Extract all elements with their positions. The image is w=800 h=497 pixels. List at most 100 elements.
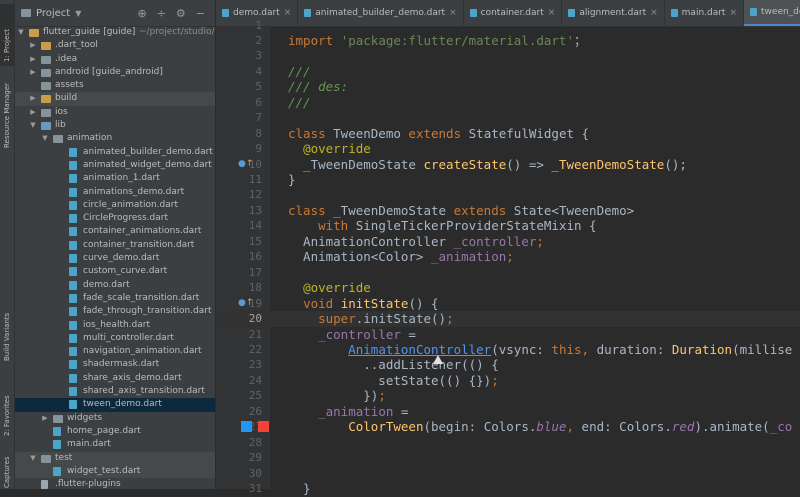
code-line[interactable]: _animation = — [288, 404, 408, 420]
collapse-arrow-icon[interactable]: ▶ — [29, 92, 37, 105]
close-tab-icon[interactable]: × — [650, 8, 658, 18]
tree-row[interactable]: ▼ flutter_guide [guide]~/project/studio/f… — [15, 26, 215, 39]
tree-row[interactable]: ▼ test — [15, 451, 215, 465]
build-variants-tool-tab[interactable]: Build Variants — [0, 305, 14, 363]
tree-row[interactable]: animated_widget_demo.dart — [15, 159, 215, 172]
tree-row[interactable]: home_page.dart — [15, 425, 215, 438]
code-token: end: Colors. — [581, 419, 672, 435]
captures-tool-tab[interactable]: Captures — [0, 448, 14, 489]
hide-icon[interactable]: − — [196, 7, 205, 20]
tree-row[interactable]: shared_axis_transition.dart — [15, 385, 215, 398]
tree-row[interactable]: ▶ android [guide_android] — [15, 66, 215, 79]
code-line[interactable]: ..addListener(() { — [288, 357, 498, 373]
color-swatch-blue[interactable] — [241, 421, 252, 433]
code-line[interactable]: }); — [288, 388, 386, 404]
code-line[interactable]: with SingleTickerProviderStateMixin { — [288, 218, 596, 234]
code-line[interactable]: @override — [288, 280, 371, 296]
tree-row[interactable]: shadermask.dart — [15, 358, 215, 371]
gear-icon[interactable]: ⚙ — [176, 7, 186, 20]
collapse-arrow-icon[interactable]: ▶ — [29, 66, 37, 79]
tree-row[interactable]: ▶ .dart_tool — [15, 39, 215, 52]
tree-row[interactable]: ▼ animation — [15, 132, 215, 145]
expand-arrow-icon[interactable]: ▼ — [29, 119, 37, 132]
override-method-icon[interactable]: ●↑ — [238, 298, 253, 308]
expand-arrow-icon[interactable]: ▼ — [41, 132, 49, 145]
tree-row[interactable]: CircleProgress.dart — [15, 212, 215, 225]
collapse-arrow-icon[interactable]: ▶ — [29, 106, 37, 119]
tree-row[interactable]: navigation_animation.dart — [15, 345, 215, 358]
tree-row[interactable]: fade_scale_transition.dart — [15, 292, 215, 305]
tree-row[interactable]: curve_demo.dart — [15, 252, 215, 265]
close-tab-icon[interactable]: × — [284, 8, 292, 18]
tree-row[interactable]: animated_builder_demo.dart — [15, 146, 215, 159]
tree-row[interactable]: main.dart — [15, 438, 215, 451]
tree-row[interactable]: share_axis_demo.dart — [15, 372, 215, 385]
collapse-arrow-icon[interactable]: ▶ — [29, 53, 37, 66]
color-swatch-red[interactable] — [258, 421, 269, 433]
override-method-icon[interactable]: ●↑ — [238, 159, 253, 169]
tree-row[interactable]: ▶ ios — [15, 106, 215, 119]
tree-row[interactable]: tween_demo.dart — [15, 398, 215, 412]
tree-row[interactable]: container_animations.dart — [15, 225, 215, 238]
code-line[interactable]: AnimationController _controller; — [288, 234, 544, 250]
code-line[interactable]: AnimationController(vsync: this, duratio… — [288, 342, 792, 358]
tree-row[interactable]: multi_controller.dart — [15, 332, 215, 345]
editor-tab[interactable]: tween_demo.dart× — [744, 0, 800, 26]
tree-item-label: assets — [55, 80, 84, 91]
code-line[interactable]: @override — [288, 141, 371, 157]
tree-row[interactable]: container_transition.dart — [15, 239, 215, 252]
code-line[interactable]: /// — [288, 95, 311, 111]
code-token: extends — [408, 125, 469, 141]
editor-tab[interactable]: main.dart × — [665, 0, 745, 26]
project-tool-tab[interactable]: 1: Project — [0, 4, 14, 66]
tree-row[interactable]: animations_demo.dart — [15, 186, 215, 199]
code-line[interactable]: } — [288, 172, 296, 188]
collapse-arrow-icon[interactable]: ▶ — [29, 39, 37, 52]
code-line[interactable]: void initState() { — [288, 296, 438, 312]
code-line[interactable]: setState(() {}); — [288, 373, 498, 389]
tree-row[interactable]: demo.dart — [15, 279, 215, 292]
code-line[interactable]: _TweenDemoState createState() => _TweenD… — [288, 157, 687, 173]
collapse-arrow-icon[interactable]: ▶ — [41, 412, 49, 425]
close-tab-icon[interactable]: × — [548, 8, 556, 18]
editor-tab[interactable]: alignment.dart × — [562, 0, 665, 26]
expand-arrow-icon[interactable]: ▼ — [17, 26, 25, 39]
expand-arrow-icon[interactable]: ▼ — [29, 452, 37, 465]
code-line[interactable]: ColorTween(begin: Colors.blue, end: Colo… — [288, 419, 792, 435]
project-panel: Project ▼ ⊕ ÷ ⚙ − ▼ flutter_guide [guide]… — [15, 0, 215, 489]
code-line[interactable]: Animation<Color> _animation; — [288, 249, 514, 265]
project-view-selector[interactable]: Project — [36, 8, 70, 19]
line-number: 7 — [255, 111, 262, 125]
close-tab-icon[interactable]: × — [729, 8, 737, 18]
tree-row[interactable]: ▼ lib — [15, 119, 215, 132]
code-line[interactable]: /// — [288, 64, 311, 80]
tree-row[interactable]: assets — [15, 79, 215, 92]
resource-manager-tool-tab[interactable]: Resource Manager — [0, 70, 14, 152]
tree-row[interactable]: circle_animation.dart — [15, 199, 215, 212]
code-line[interactable]: class _TweenDemoState extends State<Twee… — [288, 203, 634, 219]
line-number: 9 — [255, 142, 262, 156]
code-line[interactable]: class TweenDemo extends StatefulWidget { — [288, 126, 589, 142]
code-line[interactable]: /// des: — [288, 79, 348, 95]
tree-row[interactable]: fade_through_transition.dart — [15, 305, 215, 318]
editor-tab[interactable]: animated_builder_demo.dart × — [298, 0, 464, 26]
tree-row[interactable]: ▶ .idea — [15, 53, 215, 66]
editor-tab[interactable]: container.dart × — [464, 0, 563, 26]
tree-row[interactable]: ▶ widgets — [15, 412, 215, 425]
code-line[interactable]: _controller = — [288, 327, 416, 343]
close-tab-icon[interactable]: × — [449, 8, 457, 18]
code-line[interactable]: import 'package:flutter/material.dart'； — [288, 33, 587, 49]
tree-row[interactable]: .flutter-plugins — [15, 478, 215, 489]
tree-row[interactable]: animation_1.dart — [15, 172, 215, 185]
tree-row[interactable]: ios_health.dart — [15, 319, 215, 332]
code-line[interactable]: super.initState(); — [288, 311, 453, 327]
locate-icon[interactable]: ⊕ — [137, 7, 146, 20]
tree-row[interactable]: ▶ build — [15, 92, 215, 106]
tree-row[interactable]: widget_test.dart — [15, 464, 215, 479]
tree-row[interactable]: custom_curve.dart — [15, 265, 215, 278]
folder-icon — [41, 68, 51, 77]
chevron-down-icon[interactable]: ▼ — [75, 9, 81, 18]
favorites-tool-tab[interactable]: 2: Favorites — [0, 380, 14, 438]
collapse-icon[interactable]: ÷ — [157, 7, 166, 20]
code-token: State<TweenDemo> — [513, 202, 635, 218]
